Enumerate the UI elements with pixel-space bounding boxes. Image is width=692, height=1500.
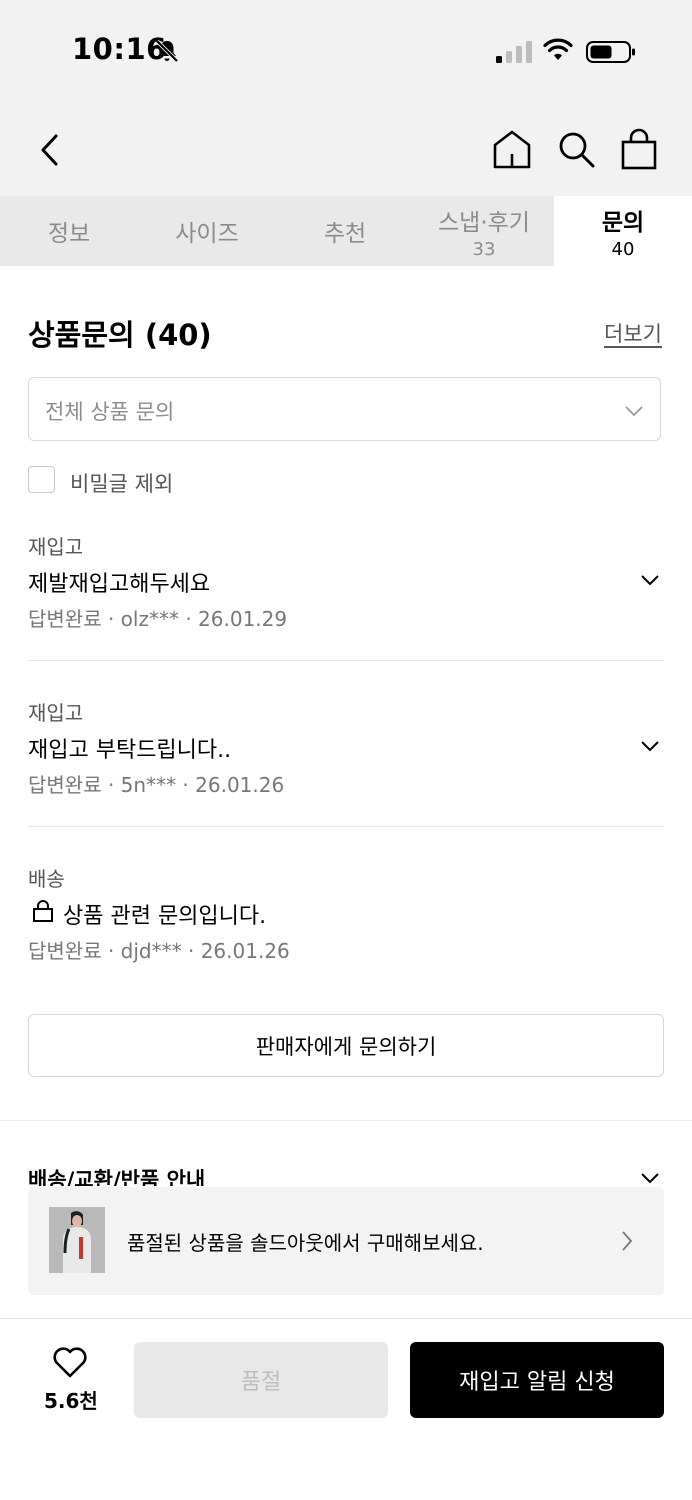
chevron-right-icon	[622, 1231, 633, 1251]
tab-count: 40	[611, 238, 635, 260]
chevron-down-icon[interactable]	[638, 1170, 662, 1186]
inquiry-meta: 답변완료 · djd*** · 26.01.26	[28, 939, 290, 963]
lock-icon	[33, 900, 53, 922]
inquiry-filter-select[interactable]: 전체 상품 문의	[28, 377, 661, 441]
select-value: 전체 상품 문의	[45, 400, 175, 424]
restock-notify-button[interactable]: 재입고 알림 신청	[410, 1342, 664, 1418]
divider	[28, 826, 664, 827]
back-arrow-icon[interactable]	[36, 132, 66, 168]
soldout-promo-banner[interactable]: 품절된 상품을 솔드아웃에서 구매해보세요.	[28, 1187, 664, 1295]
heart-icon[interactable]	[52, 1346, 88, 1378]
divider	[28, 660, 664, 661]
wifi-icon	[543, 38, 573, 60]
shopping-bag-icon[interactable]	[620, 128, 658, 170]
section-divider	[0, 1120, 692, 1121]
ask-seller-button[interactable]: 판매자에게 문의하기	[28, 1014, 664, 1077]
inquiry-category: 재입고	[28, 535, 84, 559]
inquiry-title: 상품 관련 문의입니다.	[63, 904, 267, 929]
product-thumbnail	[49, 1207, 105, 1273]
inquiry-category: 재입고	[28, 701, 84, 725]
tab-label: 추천	[323, 221, 367, 247]
product-thumbnail-image	[49, 1207, 105, 1273]
tab-label: 문의	[601, 209, 645, 236]
section-title: 상품문의 (40)	[28, 318, 212, 352]
chevron-down-icon[interactable]	[638, 568, 662, 592]
tab-label: 사이즈	[175, 221, 239, 247]
inquiry-item[interactable]: 배송 상품 관련 문의입니다. 답변완료 · djd*** · 26.01.26	[28, 860, 668, 964]
inquiry-title: 제발재입고해두세요	[28, 572, 211, 597]
bell-off-icon	[155, 39, 179, 63]
chevron-down-icon[interactable]	[638, 734, 662, 758]
search-icon[interactable]	[556, 129, 596, 169]
status-time: 10:16	[72, 32, 167, 66]
inquiry-item[interactable]: 재입고 재입고 부탁드립니다.. 답변완료 · 5n*** · 26.01.26	[28, 694, 668, 798]
product-tabs: 정보 사이즈 추천 스냅·후기 33 문의 40	[0, 196, 692, 266]
inquiry-item[interactable]: 재입고 제발재입고해두세요 답변완료 · olz*** · 26.01.29	[28, 528, 668, 632]
tab-snap-review[interactable]: 스냅·후기 33	[414, 196, 554, 266]
cellular-signal-icon	[496, 41, 532, 63]
inquiry-meta: 답변완료 · olz*** · 26.01.29	[28, 607, 288, 631]
shipping-info-title[interactable]: 배송/교환/반품 안내	[28, 1164, 205, 1186]
exclude-secret-checkbox[interactable]	[28, 466, 55, 493]
banner-text: 품절된 상품을 솔드아웃에서 구매해보세요.	[127, 1231, 484, 1255]
tab-label: 스냅·후기	[438, 209, 530, 236]
exclude-secret-label: 비밀글 제외	[70, 472, 174, 496]
tab-recommend[interactable]: 추천	[276, 196, 414, 266]
more-link[interactable]: 더보기	[604, 318, 662, 348]
home-icon[interactable]	[492, 128, 532, 170]
soldout-button: 품절	[134, 1342, 388, 1418]
bottom-bar-divider	[0, 1318, 692, 1319]
inquiry-meta: 답변완료 · 5n*** · 26.01.26	[28, 773, 285, 797]
inquiry-category: 배송	[28, 867, 65, 891]
chevron-down-icon	[625, 406, 643, 417]
tab-label: 정보	[47, 221, 91, 247]
tab-count: 33	[472, 238, 496, 260]
tab-inquiry[interactable]: 문의 40	[554, 196, 692, 266]
like-count: 5.6천	[44, 1389, 98, 1413]
inquiry-title: 재입고 부탁드립니다..	[28, 738, 232, 763]
battery-icon	[586, 41, 635, 63]
tab-info[interactable]: 정보	[0, 196, 138, 266]
tab-size[interactable]: 사이즈	[138, 196, 276, 266]
